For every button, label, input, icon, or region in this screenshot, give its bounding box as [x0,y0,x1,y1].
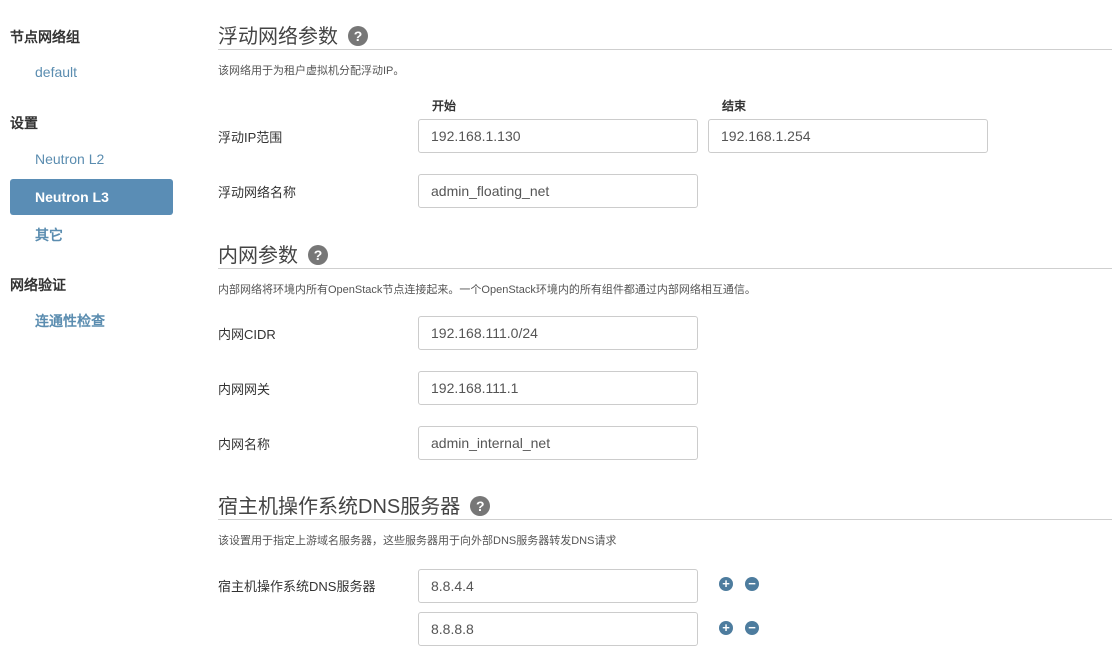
sidebar-item-neutron-l3[interactable]: Neutron L3 [10,179,173,215]
internal-cidr-label: 内网CIDR [218,327,276,342]
minus-circle-icon[interactable]: − [745,577,759,591]
plus-circle-icon[interactable]: + [719,577,733,591]
floating-network-name-label: 浮动网络名称 [218,185,297,200]
network-settings-panel: 浮动网络参数? 该网络用于为租户虚拟机分配浮动IP。 开始 结束 浮动IP范围 … [218,0,1112,646]
dns-servers-label: 宿主机操作系统DNS服务器 [218,579,376,594]
range-start-header: 开始 [432,99,457,113]
floating-network-name-input[interactable] [418,174,698,208]
internal-network-name-input[interactable] [418,426,698,460]
sidebar-item-other[interactable]: 其它 [10,217,173,253]
sidebar-item-default[interactable]: default [10,54,173,90]
internal-gateway-label: 内网网关 [218,382,271,397]
settings-sidebar: 节点网络组 default 设置 Neutron L2 Neutron L3 其… [0,0,180,634]
dns-server-input-2[interactable] [418,612,698,646]
question-circle-icon[interactable]: ? [470,496,491,516]
internal-cidr-input[interactable] [418,316,698,350]
question-circle-icon[interactable]: ? [348,26,368,46]
minus-circle-icon[interactable]: − [745,621,759,635]
dns-description: 该设置用于指定上游域名服务器，这些服务器用于向外部DNS服务器转发DNS请求 [218,535,617,547]
section-divider [218,519,1112,520]
floating-network-title-text: 浮动网络参数 [218,26,338,48]
dns-section-title: 宿主机操作系统DNS服务器? [218,490,491,519]
range-end-header: 结束 [722,99,747,113]
sidebar-group-node-network: 节点网络组 [10,29,80,45]
internal-gateway-input[interactable] [418,371,698,405]
floating-ip-range-label: 浮动IP范围 [218,130,283,145]
floating-ip-end-input[interactable] [708,119,988,153]
internal-network-title-text: 内网参数 [218,245,298,267]
section-divider [218,268,1112,269]
section-divider [218,49,1112,50]
dns-server-input-1[interactable] [418,569,698,603]
sidebar-group-settings: 设置 [10,115,38,131]
internal-network-description: 内部网络将环境内所有OpenStack节点连接起来。一个OpenStack环境内… [218,284,756,296]
question-circle-icon[interactable]: ? [308,245,328,265]
sidebar-item-connectivity-check[interactable]: 连通性检查 [10,303,173,339]
floating-network-section-title: 浮动网络参数? [218,20,368,49]
floating-network-description: 该网络用于为租户虚拟机分配浮动IP。 [218,65,405,77]
dns-title-text: 宿主机操作系统DNS服务器 [218,496,461,518]
plus-circle-icon[interactable]: + [719,621,733,635]
floating-ip-start-input[interactable] [418,119,698,153]
sidebar-group-network-verification: 网络验证 [10,277,66,293]
sidebar-item-neutron-l2[interactable]: Neutron L2 [10,141,173,177]
internal-network-section-title: 内网参数? [218,239,328,268]
internal-network-name-label: 内网名称 [218,437,271,452]
